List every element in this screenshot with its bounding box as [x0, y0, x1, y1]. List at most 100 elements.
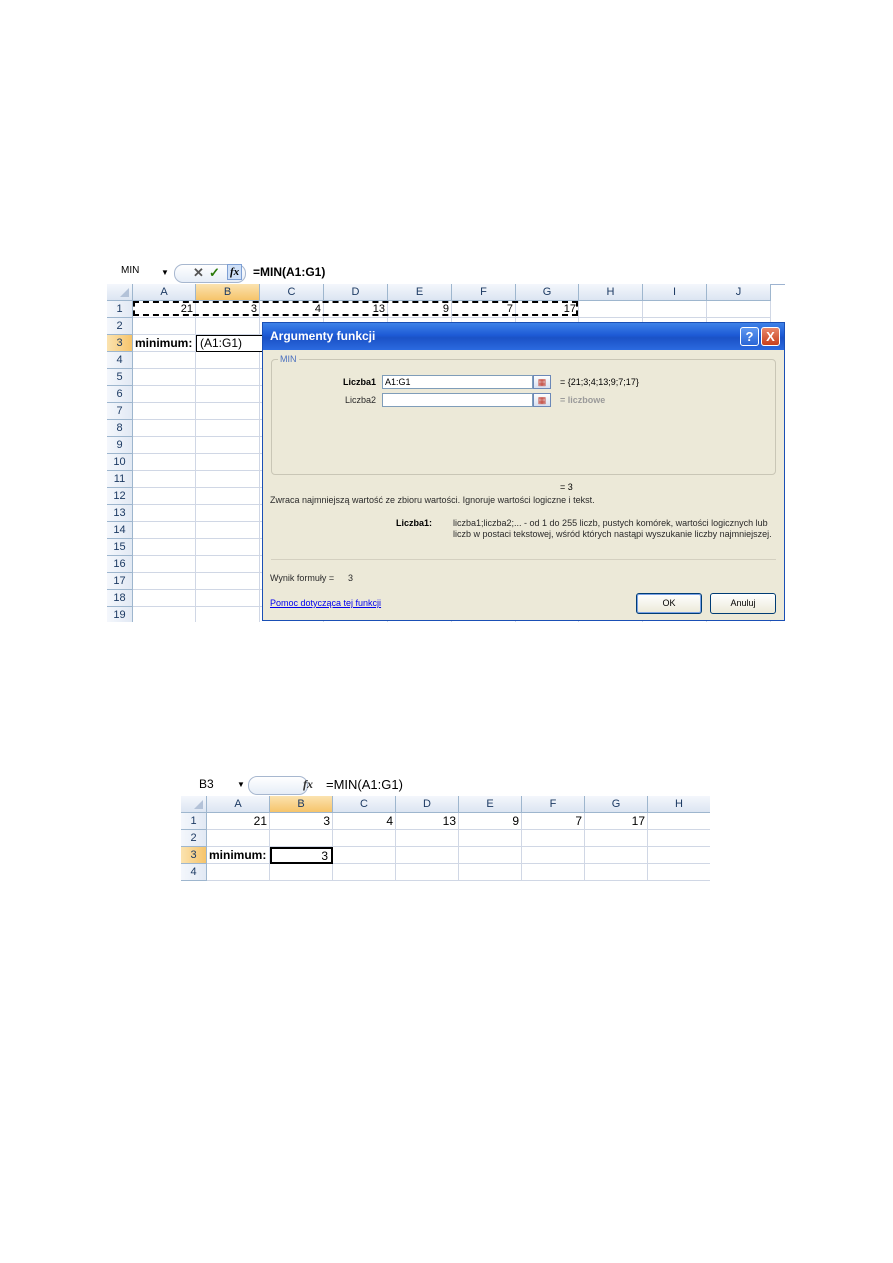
cell-g2[interactable] — [585, 830, 648, 847]
select-all-corner[interactable] — [107, 284, 133, 301]
cell-b11[interactable] — [196, 471, 260, 488]
cell-b4[interactable] — [270, 864, 333, 881]
cell-e4[interactable] — [459, 864, 522, 881]
formula-text[interactable]: =MIN(A1:G1) — [253, 265, 325, 279]
select-all-corner[interactable] — [181, 796, 207, 813]
cell-h1[interactable] — [648, 813, 710, 830]
cell-a17[interactable] — [133, 573, 196, 590]
row-header-18[interactable]: 18 — [107, 590, 133, 607]
cell-j1[interactable] — [707, 301, 771, 318]
cancel-button[interactable]: Anuluj — [710, 593, 776, 614]
column-header-c[interactable]: C — [333, 796, 396, 813]
name-box-dropdown-icon[interactable]: ▼ — [237, 780, 245, 789]
cell-h3[interactable] — [648, 847, 710, 864]
row-header-9[interactable]: 9 — [107, 437, 133, 454]
cell-b14[interactable] — [196, 522, 260, 539]
row-header-6[interactable]: 6 — [107, 386, 133, 403]
cell-a7[interactable] — [133, 403, 196, 420]
cell-a4[interactable] — [207, 864, 270, 881]
cell-a6[interactable] — [133, 386, 196, 403]
column-header-h[interactable]: H — [648, 796, 710, 813]
column-header-f[interactable]: F — [522, 796, 585, 813]
row-header-2[interactable]: 2 — [181, 830, 207, 847]
cell-c4[interactable] — [333, 864, 396, 881]
cell-b18[interactable] — [196, 590, 260, 607]
arg1-collapse-icon[interactable]: ▦ — [533, 375, 551, 389]
arg2-input[interactable] — [382, 393, 533, 407]
column-header-c[interactable]: C — [260, 284, 324, 301]
row-header-3[interactable]: 3 — [181, 847, 207, 864]
column-header-g[interactable]: G — [516, 284, 579, 301]
cell-a13[interactable] — [133, 505, 196, 522]
cell-d3[interactable] — [396, 847, 459, 864]
row-header-1[interactable]: 1 — [107, 301, 133, 318]
cell-b8[interactable] — [196, 420, 260, 437]
help-link[interactable]: Pomoc dotycząca tej funkcji — [270, 598, 381, 608]
column-header-b[interactable]: B — [196, 284, 260, 301]
cell-b19[interactable] — [196, 607, 260, 622]
cell-a16[interactable] — [133, 556, 196, 573]
insert-function-icon[interactable]: fx — [227, 264, 243, 280]
help-icon[interactable]: ? — [740, 327, 759, 346]
active-cell-b3[interactable]: 3 — [270, 847, 333, 864]
formula-text[interactable]: =MIN(A1:G1) — [326, 777, 403, 792]
name-box[interactable]: B3 — [181, 773, 214, 796]
cell-b10[interactable] — [196, 454, 260, 471]
row-header-14[interactable]: 14 — [107, 522, 133, 539]
cell-a18[interactable] — [133, 590, 196, 607]
cell-a11[interactable] — [133, 471, 196, 488]
cancel-icon[interactable]: ✕ — [193, 265, 204, 281]
cell-a19[interactable] — [133, 607, 196, 622]
cell-e3[interactable] — [459, 847, 522, 864]
cell-a14[interactable] — [133, 522, 196, 539]
insert-function-icon[interactable]: fx — [303, 777, 313, 792]
cell-e2[interactable] — [459, 830, 522, 847]
arg1-input[interactable]: A1:G1 — [382, 375, 533, 389]
close-icon[interactable]: X — [761, 327, 780, 346]
cell-b13[interactable] — [196, 505, 260, 522]
cell-d4[interactable] — [396, 864, 459, 881]
cell-a12[interactable] — [133, 488, 196, 505]
column-header-i[interactable]: I — [643, 284, 707, 301]
cell-f3[interactable] — [522, 847, 585, 864]
name-box[interactable]: MIN — [107, 262, 139, 284]
row-header-11[interactable]: 11 — [107, 471, 133, 488]
cell-a2[interactable] — [207, 830, 270, 847]
row-header-7[interactable]: 7 — [107, 403, 133, 420]
active-cell-editor[interactable]: (A1:G1) — [196, 335, 264, 352]
row-header-3[interactable]: 3 — [107, 335, 133, 352]
cell-a9[interactable] — [133, 437, 196, 454]
column-header-a[interactable]: A — [133, 284, 196, 301]
row-header-16[interactable]: 16 — [107, 556, 133, 573]
cell-c3[interactable] — [333, 847, 396, 864]
cell-h2[interactable] — [648, 830, 710, 847]
cell-h4[interactable] — [648, 864, 710, 881]
cell-b2[interactable] — [196, 318, 260, 335]
cell-b2[interactable] — [270, 830, 333, 847]
cell-b16[interactable] — [196, 556, 260, 573]
cell-b6[interactable] — [196, 386, 260, 403]
name-box-dropdown-icon[interactable]: ▼ — [161, 268, 169, 277]
row-header-4[interactable]: 4 — [181, 864, 207, 881]
cell-g3[interactable] — [585, 847, 648, 864]
column-header-h[interactable]: H — [579, 284, 643, 301]
row-header-13[interactable]: 13 — [107, 505, 133, 522]
column-header-e[interactable]: E — [459, 796, 522, 813]
cell-f2[interactable] — [522, 830, 585, 847]
row-header-8[interactable]: 8 — [107, 420, 133, 437]
arg2-collapse-icon[interactable]: ▦ — [533, 393, 551, 407]
cell-b5[interactable] — [196, 369, 260, 386]
cell-a2[interactable] — [133, 318, 196, 335]
column-header-a[interactable]: A — [207, 796, 270, 813]
cell-a15[interactable] — [133, 539, 196, 556]
cell-g4[interactable] — [585, 864, 648, 881]
cell-b12[interactable] — [196, 488, 260, 505]
row-header-12[interactable]: 12 — [107, 488, 133, 505]
dialog-title-bar[interactable]: Argumenty funkcji — [263, 323, 784, 350]
cell-b7[interactable] — [196, 403, 260, 420]
cell-a4[interactable] — [133, 352, 196, 369]
cell-i1[interactable] — [643, 301, 707, 318]
cell-b17[interactable] — [196, 573, 260, 590]
cell-b9[interactable] — [196, 437, 260, 454]
cell-d2[interactable] — [396, 830, 459, 847]
